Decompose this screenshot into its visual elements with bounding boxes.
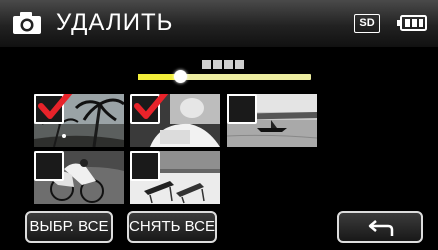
header-bar: УДАЛИТЬ SD — [0, 0, 438, 47]
delete-screen: УДАЛИТЬ SD ВЫБР. ВСЕ СНЯТЬ ВСЕ — [0, 0, 438, 250]
thumbnail-beach-chairs[interactable] — [130, 151, 220, 204]
thumbnail-palm-trees[interactable] — [34, 94, 124, 147]
page-indicator — [202, 56, 246, 69]
sd-card-badge: SD — [354, 14, 380, 33]
deselect-all-button[interactable]: СНЯТЬ ВСЕ — [127, 211, 217, 243]
scroll-slider-knob[interactable] — [174, 70, 187, 83]
scroll-slider-track[interactable] — [138, 74, 311, 80]
page-marker — [224, 60, 233, 69]
camera-icon — [13, 12, 41, 34]
checkmark-icon — [134, 94, 169, 119]
page-title: УДАЛИТЬ — [56, 9, 174, 36]
checkmark-icon — [38, 94, 73, 119]
thumbnail-lake-boat[interactable] — [227, 94, 317, 147]
page-marker — [213, 60, 222, 69]
battery-icon — [397, 15, 427, 31]
back-button[interactable] — [337, 211, 423, 243]
thumbnail-checkbox[interactable] — [34, 151, 64, 181]
thumbnail-checkbox[interactable] — [130, 151, 160, 181]
page-marker — [202, 60, 211, 69]
thumbnail-checkbox[interactable] — [227, 94, 257, 124]
select-all-button[interactable]: ВЫБР. ВСЕ — [25, 211, 113, 243]
thumbnail-cyclists[interactable] — [34, 151, 124, 204]
thumbnail-person-reading[interactable] — [130, 94, 220, 147]
return-arrow-icon — [368, 220, 394, 236]
page-marker — [235, 60, 244, 69]
